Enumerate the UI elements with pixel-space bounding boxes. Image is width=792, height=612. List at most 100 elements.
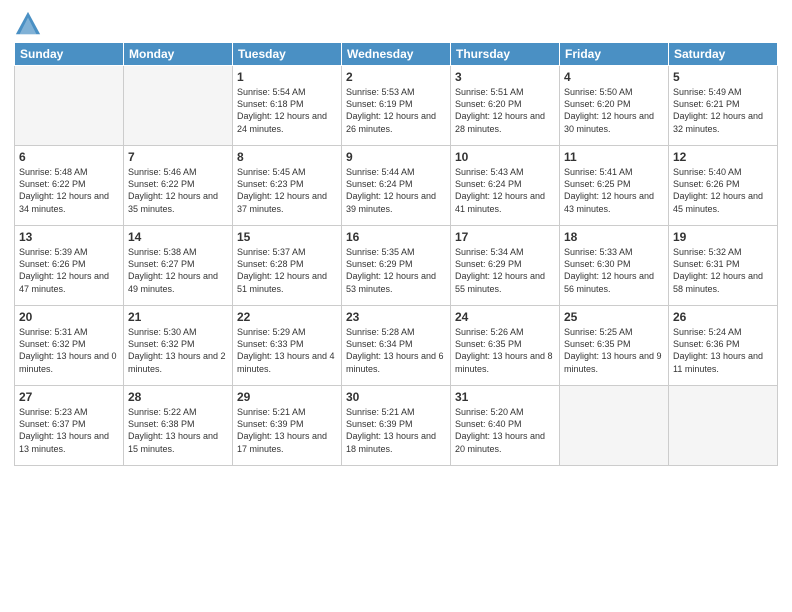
day-number: 30: [346, 389, 446, 405]
day-info: Sunrise: 5:37 AM Sunset: 6:28 PM Dayligh…: [237, 246, 337, 295]
calendar-week-1: 1Sunrise: 5:54 AM Sunset: 6:18 PM Daylig…: [15, 66, 778, 146]
day-number: 25: [564, 309, 664, 325]
day-number: 26: [673, 309, 773, 325]
day-info: Sunrise: 5:29 AM Sunset: 6:33 PM Dayligh…: [237, 326, 337, 375]
day-info: Sunrise: 5:38 AM Sunset: 6:27 PM Dayligh…: [128, 246, 228, 295]
day-number: 6: [19, 149, 119, 165]
calendar-cell: 27Sunrise: 5:23 AM Sunset: 6:37 PM Dayli…: [15, 386, 124, 466]
calendar-cell: 29Sunrise: 5:21 AM Sunset: 6:39 PM Dayli…: [233, 386, 342, 466]
calendar-cell: [669, 386, 778, 466]
calendar-cell: 13Sunrise: 5:39 AM Sunset: 6:26 PM Dayli…: [15, 226, 124, 306]
calendar-cell: 8Sunrise: 5:45 AM Sunset: 6:23 PM Daylig…: [233, 146, 342, 226]
calendar-cell: 12Sunrise: 5:40 AM Sunset: 6:26 PM Dayli…: [669, 146, 778, 226]
calendar-week-5: 27Sunrise: 5:23 AM Sunset: 6:37 PM Dayli…: [15, 386, 778, 466]
day-number: 7: [128, 149, 228, 165]
day-number: 1: [237, 69, 337, 85]
calendar-cell: 25Sunrise: 5:25 AM Sunset: 6:35 PM Dayli…: [560, 306, 669, 386]
day-number: 2: [346, 69, 446, 85]
day-info: Sunrise: 5:54 AM Sunset: 6:18 PM Dayligh…: [237, 86, 337, 135]
day-info: Sunrise: 5:35 AM Sunset: 6:29 PM Dayligh…: [346, 246, 446, 295]
day-info: Sunrise: 5:25 AM Sunset: 6:35 PM Dayligh…: [564, 326, 664, 375]
day-info: Sunrise: 5:40 AM Sunset: 6:26 PM Dayligh…: [673, 166, 773, 215]
day-info: Sunrise: 5:51 AM Sunset: 6:20 PM Dayligh…: [455, 86, 555, 135]
day-number: 8: [237, 149, 337, 165]
day-info: Sunrise: 5:50 AM Sunset: 6:20 PM Dayligh…: [564, 86, 664, 135]
day-number: 24: [455, 309, 555, 325]
day-info: Sunrise: 5:43 AM Sunset: 6:24 PM Dayligh…: [455, 166, 555, 215]
day-info: Sunrise: 5:21 AM Sunset: 6:39 PM Dayligh…: [346, 406, 446, 455]
day-info: Sunrise: 5:32 AM Sunset: 6:31 PM Dayligh…: [673, 246, 773, 295]
day-info: Sunrise: 5:22 AM Sunset: 6:38 PM Dayligh…: [128, 406, 228, 455]
calendar-week-2: 6Sunrise: 5:48 AM Sunset: 6:22 PM Daylig…: [15, 146, 778, 226]
calendar-table: SundayMondayTuesdayWednesdayThursdayFrid…: [14, 42, 778, 466]
day-info: Sunrise: 5:24 AM Sunset: 6:36 PM Dayligh…: [673, 326, 773, 375]
calendar-cell: 4Sunrise: 5:50 AM Sunset: 6:20 PM Daylig…: [560, 66, 669, 146]
calendar-cell: [124, 66, 233, 146]
weekday-tuesday: Tuesday: [233, 43, 342, 66]
calendar-cell: 22Sunrise: 5:29 AM Sunset: 6:33 PM Dayli…: [233, 306, 342, 386]
day-info: Sunrise: 5:34 AM Sunset: 6:29 PM Dayligh…: [455, 246, 555, 295]
calendar-cell: 24Sunrise: 5:26 AM Sunset: 6:35 PM Dayli…: [451, 306, 560, 386]
day-number: 9: [346, 149, 446, 165]
calendar-cell: 6Sunrise: 5:48 AM Sunset: 6:22 PM Daylig…: [15, 146, 124, 226]
day-info: Sunrise: 5:45 AM Sunset: 6:23 PM Dayligh…: [237, 166, 337, 215]
day-number: 5: [673, 69, 773, 85]
calendar-cell: 26Sunrise: 5:24 AM Sunset: 6:36 PM Dayli…: [669, 306, 778, 386]
day-number: 11: [564, 149, 664, 165]
day-number: 12: [673, 149, 773, 165]
weekday-header-row: SundayMondayTuesdayWednesdayThursdayFrid…: [15, 43, 778, 66]
day-number: 23: [346, 309, 446, 325]
calendar-cell: 21Sunrise: 5:30 AM Sunset: 6:32 PM Dayli…: [124, 306, 233, 386]
calendar-cell: 20Sunrise: 5:31 AM Sunset: 6:32 PM Dayli…: [15, 306, 124, 386]
day-info: Sunrise: 5:30 AM Sunset: 6:32 PM Dayligh…: [128, 326, 228, 375]
day-info: Sunrise: 5:41 AM Sunset: 6:25 PM Dayligh…: [564, 166, 664, 215]
weekday-sunday: Sunday: [15, 43, 124, 66]
day-info: Sunrise: 5:39 AM Sunset: 6:26 PM Dayligh…: [19, 246, 119, 295]
calendar-cell: 9Sunrise: 5:44 AM Sunset: 6:24 PM Daylig…: [342, 146, 451, 226]
day-info: Sunrise: 5:20 AM Sunset: 6:40 PM Dayligh…: [455, 406, 555, 455]
calendar-cell: 17Sunrise: 5:34 AM Sunset: 6:29 PM Dayli…: [451, 226, 560, 306]
weekday-saturday: Saturday: [669, 43, 778, 66]
weekday-wednesday: Wednesday: [342, 43, 451, 66]
day-number: 4: [564, 69, 664, 85]
day-number: 28: [128, 389, 228, 405]
calendar-cell: 16Sunrise: 5:35 AM Sunset: 6:29 PM Dayli…: [342, 226, 451, 306]
calendar-cell: 3Sunrise: 5:51 AM Sunset: 6:20 PM Daylig…: [451, 66, 560, 146]
day-info: Sunrise: 5:31 AM Sunset: 6:32 PM Dayligh…: [19, 326, 119, 375]
calendar-week-3: 13Sunrise: 5:39 AM Sunset: 6:26 PM Dayli…: [15, 226, 778, 306]
calendar-cell: 15Sunrise: 5:37 AM Sunset: 6:28 PM Dayli…: [233, 226, 342, 306]
day-number: 3: [455, 69, 555, 85]
day-number: 21: [128, 309, 228, 325]
day-number: 29: [237, 389, 337, 405]
day-number: 15: [237, 229, 337, 245]
calendar-cell: 31Sunrise: 5:20 AM Sunset: 6:40 PM Dayli…: [451, 386, 560, 466]
day-info: Sunrise: 5:53 AM Sunset: 6:19 PM Dayligh…: [346, 86, 446, 135]
calendar-cell: 30Sunrise: 5:21 AM Sunset: 6:39 PM Dayli…: [342, 386, 451, 466]
day-info: Sunrise: 5:26 AM Sunset: 6:35 PM Dayligh…: [455, 326, 555, 375]
calendar-cell: 14Sunrise: 5:38 AM Sunset: 6:27 PM Dayli…: [124, 226, 233, 306]
logo: [14, 10, 44, 38]
day-info: Sunrise: 5:46 AM Sunset: 6:22 PM Dayligh…: [128, 166, 228, 215]
calendar-cell: 18Sunrise: 5:33 AM Sunset: 6:30 PM Dayli…: [560, 226, 669, 306]
logo-icon: [14, 10, 42, 38]
header: [14, 10, 778, 38]
day-number: 20: [19, 309, 119, 325]
day-info: Sunrise: 5:33 AM Sunset: 6:30 PM Dayligh…: [564, 246, 664, 295]
calendar-cell: 5Sunrise: 5:49 AM Sunset: 6:21 PM Daylig…: [669, 66, 778, 146]
day-info: Sunrise: 5:23 AM Sunset: 6:37 PM Dayligh…: [19, 406, 119, 455]
day-number: 19: [673, 229, 773, 245]
day-info: Sunrise: 5:21 AM Sunset: 6:39 PM Dayligh…: [237, 406, 337, 455]
day-number: 10: [455, 149, 555, 165]
calendar-cell: [560, 386, 669, 466]
day-info: Sunrise: 5:49 AM Sunset: 6:21 PM Dayligh…: [673, 86, 773, 135]
day-number: 22: [237, 309, 337, 325]
day-info: Sunrise: 5:44 AM Sunset: 6:24 PM Dayligh…: [346, 166, 446, 215]
calendar-cell: 28Sunrise: 5:22 AM Sunset: 6:38 PM Dayli…: [124, 386, 233, 466]
calendar-cell: 11Sunrise: 5:41 AM Sunset: 6:25 PM Dayli…: [560, 146, 669, 226]
day-info: Sunrise: 5:48 AM Sunset: 6:22 PM Dayligh…: [19, 166, 119, 215]
calendar-cell: 1Sunrise: 5:54 AM Sunset: 6:18 PM Daylig…: [233, 66, 342, 146]
weekday-friday: Friday: [560, 43, 669, 66]
calendar-cell: 10Sunrise: 5:43 AM Sunset: 6:24 PM Dayli…: [451, 146, 560, 226]
day-number: 18: [564, 229, 664, 245]
day-number: 31: [455, 389, 555, 405]
